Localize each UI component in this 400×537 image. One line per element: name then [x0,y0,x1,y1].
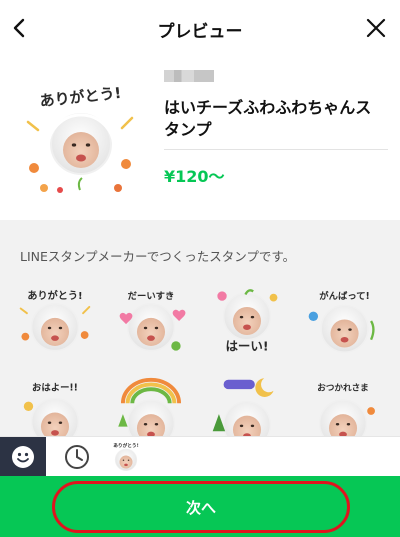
sticker-moon[interactable] [208,372,286,436]
main-sticker-image: ありがとう! [26,84,134,193]
smiley-icon [12,446,34,468]
svg-text:おはよー!!: おはよー!! [32,383,78,394]
svg-text:おつかれさま: おつかれさま [317,383,368,394]
next-button-label: 次へ [185,498,216,517]
next-button[interactable]: 次へ [52,481,350,533]
sticker-set-title: はいチーズふわふわちゃんスタンプ [164,98,372,139]
svg-text:ありがとう!: ありがとう! [27,289,82,302]
sticker-ohayo[interactable]: おはよー!! [16,372,94,436]
history-tab[interactable] [54,437,100,477]
sticker-preview-area: LINEスタンプメーカーでつくったスタンプです。 ありがとう! だーいすき はー… [0,220,400,436]
page-title: プレビュー [157,22,243,42]
sticker-daisuki[interactable]: だーいすき [112,282,190,360]
sticker-haai[interactable]: はーい! [208,282,286,360]
svg-text:ありがとう!: ありがとう! [113,442,139,449]
sticker-ganbatte[interactable]: がんばって! [304,282,382,360]
close-icon [366,18,386,38]
product-info: ありがとう! はいチーズふわふわちゃんスタンプ ¥120～ [0,56,400,220]
main-sticker-text: ありがとう! [39,84,122,110]
close-button[interactable] [358,10,394,46]
header-bar: プレビュー [0,0,400,56]
description-text: LINEスタンプメーカーでつくったスタンプです。 [20,249,296,264]
emoji-tab[interactable] [0,437,46,477]
sticker-otsukaresama[interactable]: おつかれさま [304,372,382,436]
svg-text:はーい!: はーい! [225,339,268,354]
clock-icon [65,445,89,469]
svg-text:がんばって!: がんばって! [319,290,370,302]
svg-text:だーいすき: だーいすき [128,291,175,302]
footer-bar: 次へ [0,476,400,537]
author-name-redacted [164,70,214,82]
tray-sticker-thumb[interactable]: ありがとう! [108,439,144,475]
price-label: ¥120～ [164,167,225,186]
sticker-tray: ありがとう! [0,436,400,477]
sticker-rainbow[interactable] [112,372,190,436]
divider [164,149,388,150]
sticker-arigatou[interactable]: ありがとう! [16,282,94,360]
